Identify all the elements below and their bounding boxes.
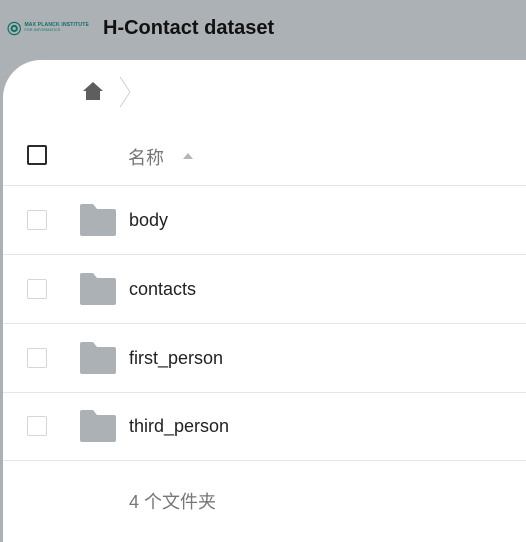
folder-row-first-person[interactable]: first_person xyxy=(3,324,526,393)
file-list-panel: 名称 body contacts first_person third_pers… xyxy=(3,60,526,542)
folder-icon xyxy=(80,273,116,305)
row-checkbox[interactable] xyxy=(27,348,47,368)
breadcrumb xyxy=(82,74,142,110)
folder-count-summary: 4 个文件夹 xyxy=(129,492,217,512)
row-checkbox[interactable] xyxy=(27,279,47,299)
folder-name[interactable]: first_person xyxy=(129,348,223,369)
folder-name[interactable]: contacts xyxy=(129,279,196,300)
list-header: 名称 xyxy=(3,130,526,186)
row-checkbox[interactable] xyxy=(27,416,47,436)
logo-line2: FOR INFORMATICS xyxy=(24,28,61,33)
folder-row-third-person[interactable]: third_person xyxy=(3,392,526,461)
chevron-right-icon xyxy=(119,76,131,108)
folder-icon xyxy=(80,204,116,236)
folder-name[interactable]: body xyxy=(129,210,168,231)
institute-logo[interactable]: MAX PLANCK INSTITUTE FOR INFORMATICS xyxy=(7,19,89,37)
home-icon[interactable] xyxy=(82,80,104,102)
column-name-header[interactable]: 名称 xyxy=(128,144,164,170)
sort-ascending-icon[interactable] xyxy=(183,153,193,159)
folder-row-body[interactable]: body xyxy=(3,186,526,255)
logo-text: MAX PLANCK INSTITUTE FOR INFORMATICS xyxy=(24,23,89,33)
app-header: MAX PLANCK INSTITUTE FOR INFORMATICS H-C… xyxy=(0,0,526,60)
folder-row-contacts[interactable]: contacts xyxy=(3,255,526,324)
row-checkbox[interactable] xyxy=(27,210,47,230)
folder-icon xyxy=(80,410,116,442)
folder-icon xyxy=(80,342,116,374)
app-title: H-Contact dataset xyxy=(103,17,275,39)
select-all-checkbox[interactable] xyxy=(27,145,47,165)
folder-name[interactable]: third_person xyxy=(129,416,229,437)
mpi-logo-icon xyxy=(7,21,21,35)
